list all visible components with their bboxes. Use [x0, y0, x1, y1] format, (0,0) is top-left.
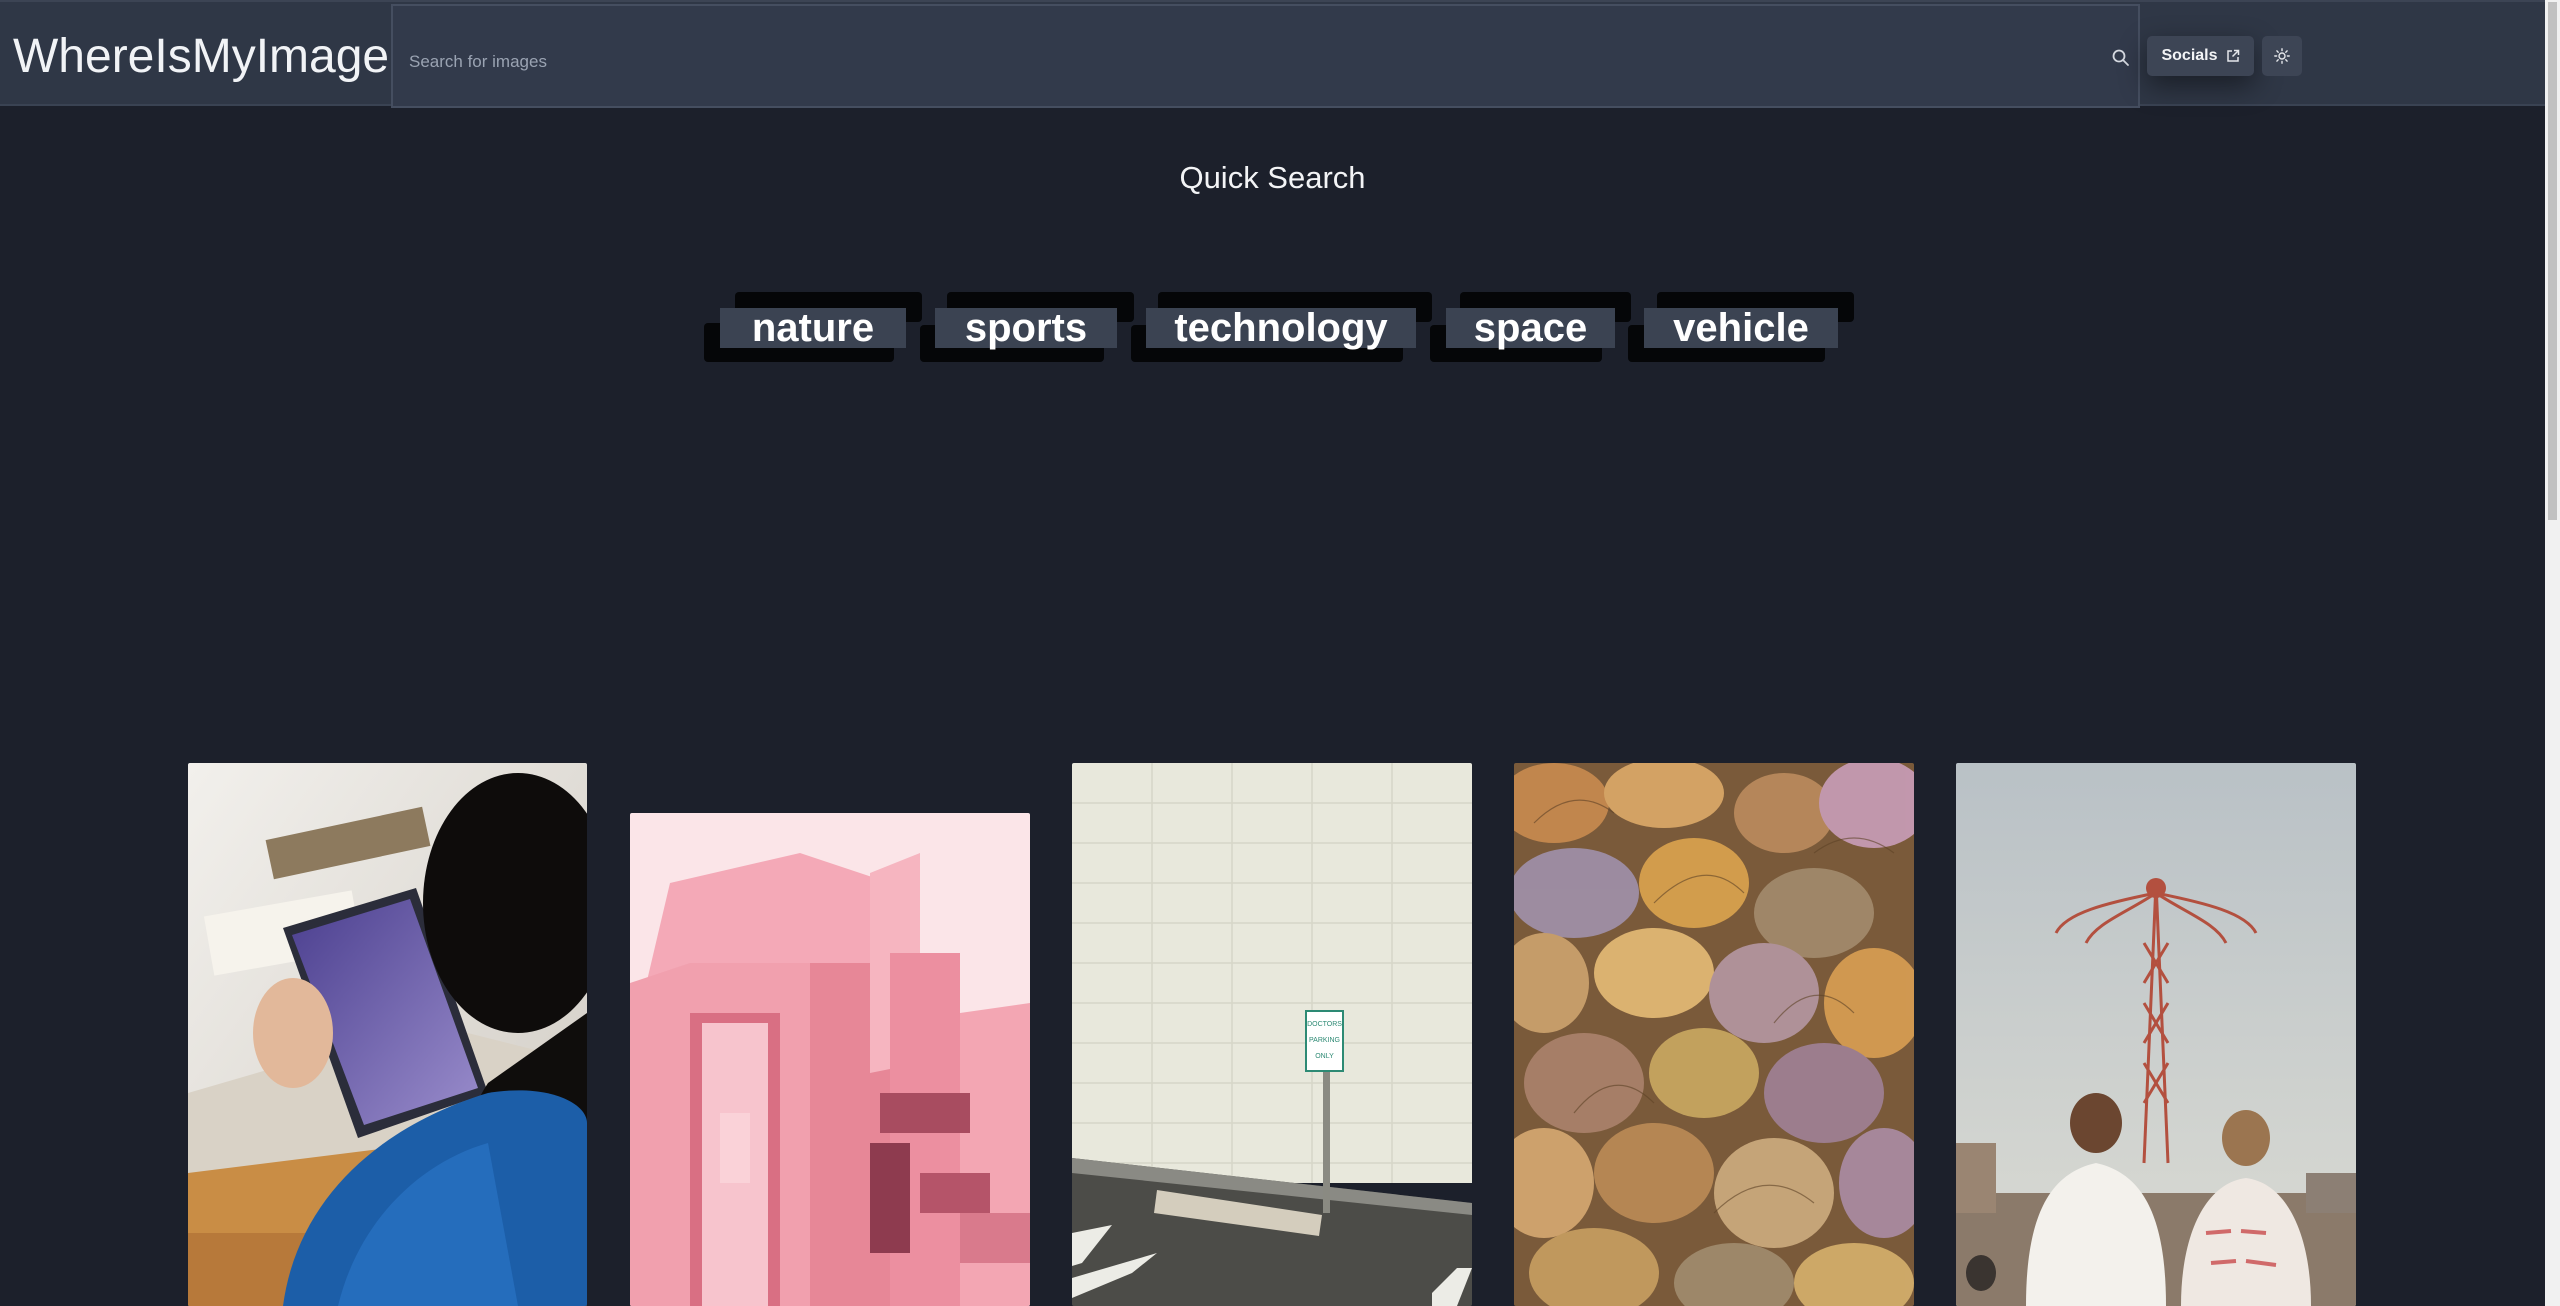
- gallery-image-petals[interactable]: [1514, 763, 1914, 1306]
- gallery-image-parachute-tower[interactable]: [1956, 763, 2356, 1306]
- tag-nature[interactable]: nature: [720, 305, 906, 350]
- tag-label: vehicle: [1673, 305, 1809, 350]
- tag-label: space: [1473, 305, 1588, 350]
- tablet-photo: [188, 763, 587, 1306]
- tag-sports[interactable]: sports: [935, 305, 1117, 350]
- gallery-image-parking-sign[interactable]: DOCTORS PARKING ONLY: [1072, 763, 1472, 1306]
- parking-sign-photo: DOCTORS PARKING ONLY: [1072, 763, 1472, 1306]
- tag-label: nature: [751, 305, 875, 350]
- parachute-tower-photo: [1956, 763, 2356, 1306]
- tag-label: technology: [1174, 305, 1388, 350]
- quick-search-tags: nature sports technology space vehicle: [0, 0, 2545, 400]
- tag-space[interactable]: space: [1446, 305, 1615, 350]
- gallery-image-tablet[interactable]: [188, 763, 587, 1306]
- tag-vehicle[interactable]: vehicle: [1644, 305, 1838, 350]
- sign-line-2: PARKING: [1309, 1037, 1340, 1044]
- tag-label: sports: [964, 305, 1088, 350]
- sign-line-1: DOCTORS: [1307, 1021, 1342, 1028]
- petals-photo: [1514, 763, 1914, 1306]
- sign-line-3: ONLY: [1315, 1053, 1334, 1060]
- scrollbar-thumb[interactable]: [2548, 2, 2557, 520]
- tag-technology[interactable]: technology: [1146, 305, 1416, 350]
- gallery-image-pink-building[interactable]: [630, 813, 1030, 1306]
- page: WhereIsMyImage Socials: [0, 0, 2560, 1306]
- pink-building-photo: [630, 813, 1030, 1306]
